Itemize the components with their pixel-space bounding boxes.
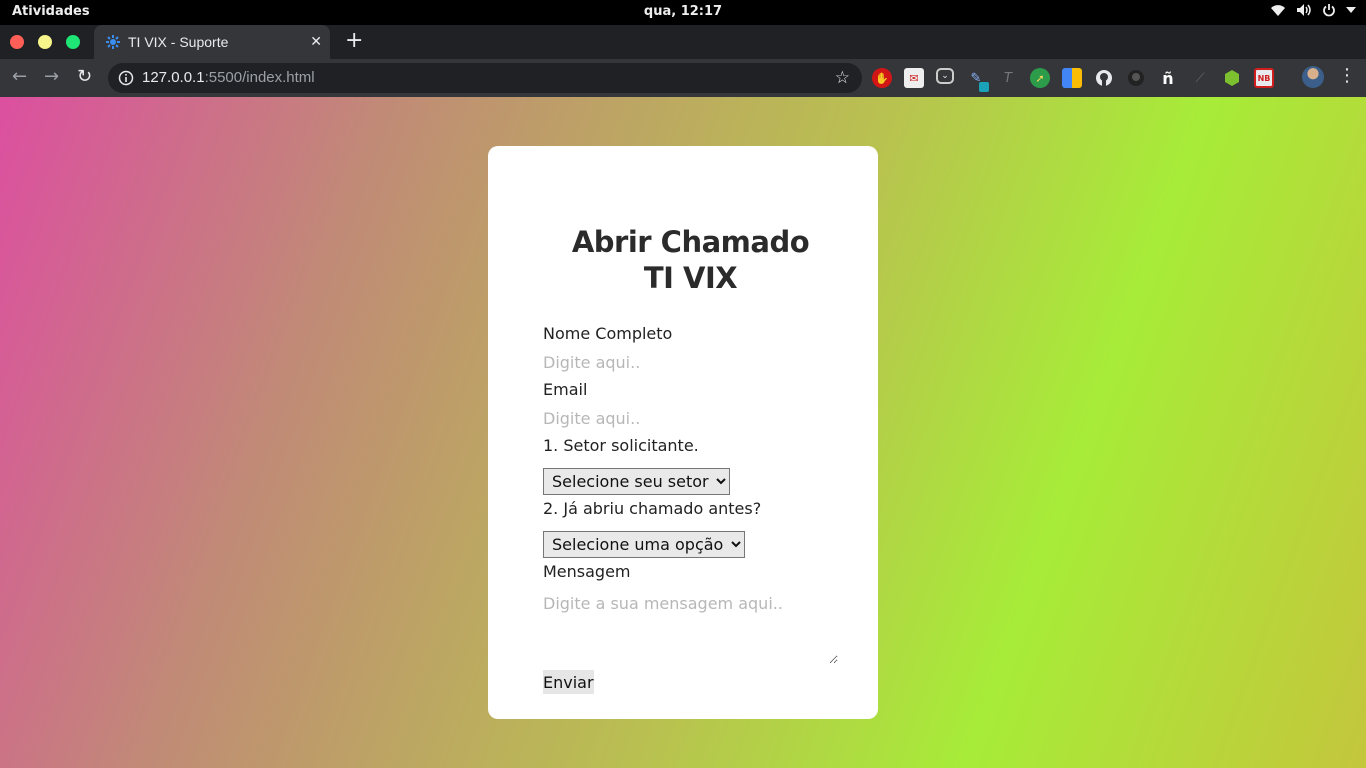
new-tab-button[interactable]: + — [345, 30, 363, 52]
font-extension-icon[interactable]: T — [998, 68, 1018, 88]
clock[interactable]: qua, 12:17 — [0, 4, 1366, 19]
ublock-icon[interactable]: ✋ — [872, 68, 892, 88]
previous-ticket-label: 2. Já abriu chamado antes? — [543, 499, 762, 518]
support-form: Nome Completo Email 1. Setor solicitante… — [543, 322, 838, 694]
volume-icon — [1296, 3, 1312, 17]
url-path: :5500/index.html — [204, 69, 315, 86]
github-icon[interactable] — [1094, 68, 1114, 88]
browser-tab-strip: TI VIX - Suporte ✕ + — [0, 25, 1366, 59]
reload-icon[interactable]: ↻ — [77, 68, 92, 86]
title-line-1: Abrir Chamado — [571, 225, 810, 259]
enye-icon[interactable]: ñ — [1158, 68, 1178, 88]
name-label: Nome Completo — [543, 324, 673, 343]
window-maximize-button[interactable] — [66, 35, 80, 49]
slash-icon[interactable]: ⟋ — [1190, 68, 1210, 88]
tab-title: TI VIX - Suporte — [128, 34, 229, 50]
name-field[interactable] — [543, 346, 838, 378]
message-field[interactable] — [543, 594, 838, 664]
tab-active[interactable]: TI VIX - Suporte ✕ — [94, 25, 330, 59]
more-menu-icon[interactable]: ⋮ — [1338, 66, 1356, 86]
sector-select[interactable]: Selecione seu setor — [543, 468, 730, 495]
grid-icon[interactable] — [1062, 68, 1082, 88]
url-host: 127.0.0.1 — [142, 69, 205, 86]
chevron-down-icon — [1346, 6, 1356, 14]
pen-extension-icon[interactable]: ✎ — [966, 68, 989, 92]
forward-arrow-icon[interactable]: → — [44, 68, 59, 86]
wifi-icon — [1270, 3, 1286, 17]
email-label: Email — [543, 380, 588, 399]
extensions-bar: ✋ ✉ ⌄ ✎ T ➚ ñ ⟋ NB — [872, 68, 1274, 92]
github-alt-icon[interactable] — [1126, 68, 1146, 88]
mail-icon[interactable]: ✉ — [904, 68, 924, 88]
url-text[interactable]: 127.0.0.1:5500/index.html — [142, 69, 315, 86]
favicon-icon — [106, 35, 120, 53]
back-arrow-icon[interactable]: ← — [12, 68, 27, 86]
title-line-2: TI VIX — [643, 261, 738, 295]
node-icon[interactable] — [1222, 68, 1242, 88]
nb-icon[interactable]: NB — [1254, 68, 1274, 88]
power-icon — [1322, 3, 1336, 17]
system-top-bar: Atividades qua, 12:17 — [0, 0, 1366, 25]
system-tray[interactable] — [1270, 3, 1356, 17]
page-title: Abrir Chamado TI VIX — [543, 224, 838, 296]
badge-icon — [979, 82, 989, 92]
submit-button[interactable]: Enviar — [543, 670, 594, 694]
previous-ticket-select[interactable]: Selecione uma opção — [543, 531, 745, 558]
compass-icon[interactable]: ➚ — [1030, 68, 1050, 88]
info-icon[interactable] — [118, 70, 134, 90]
profile-avatar[interactable] — [1302, 66, 1324, 88]
browser-toolbar: ← → ↻ 127.0.0.1:5500/index.html ☆ ✋ ✉ ⌄ … — [0, 59, 1366, 97]
sector-label: 1. Setor solicitante. — [543, 436, 699, 455]
window-close-button[interactable] — [10, 35, 24, 49]
message-label: Mensagem — [543, 562, 631, 581]
window-minimize-button[interactable] — [38, 35, 52, 49]
page-viewport: Abrir Chamado TI VIX Nome Completo Email… — [0, 97, 1366, 768]
bookmark-star-icon[interactable]: ☆ — [835, 68, 850, 88]
email-field[interactable] — [543, 402, 838, 434]
tab-close-icon[interactable]: ✕ — [310, 34, 322, 50]
pocket-icon[interactable]: ⌄ — [936, 68, 954, 84]
address-bar[interactable]: 127.0.0.1:5500/index.html ☆ — [108, 63, 862, 93]
support-form-card: Abrir Chamado TI VIX Nome Completo Email… — [488, 146, 878, 719]
